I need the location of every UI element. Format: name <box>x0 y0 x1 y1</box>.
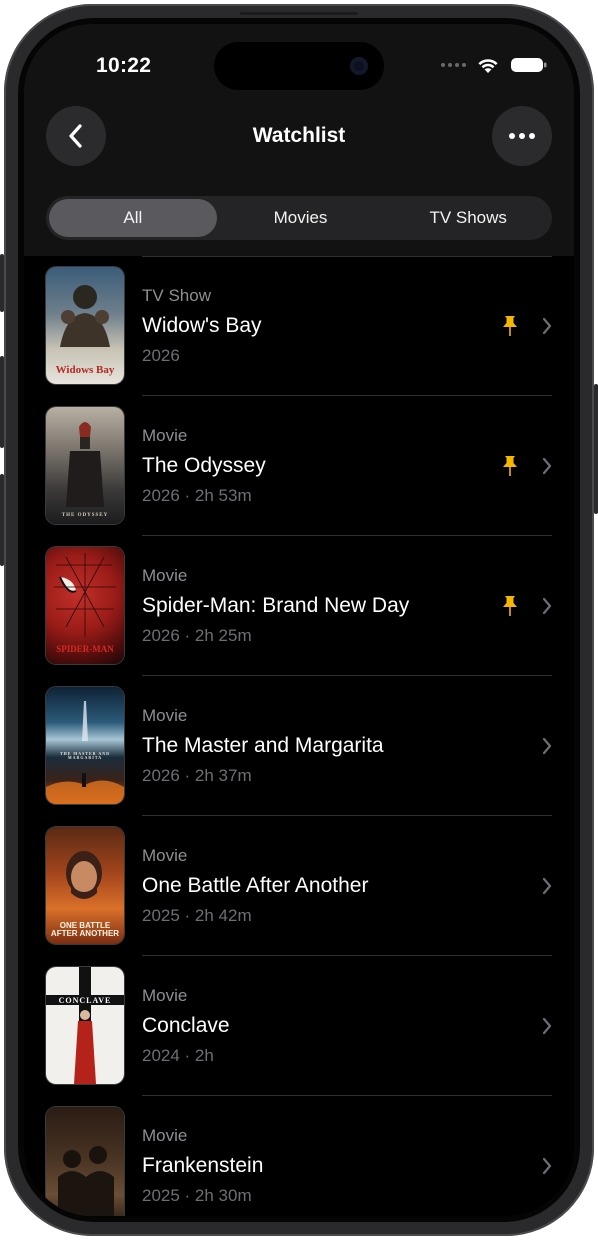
screen: 10:22 Watchlist All Movies TV Shows Wido… <box>24 24 574 1216</box>
item-title: Widow's Bay <box>142 314 262 337</box>
chevron-right-icon <box>542 597 552 615</box>
chevron-right-icon <box>542 457 552 475</box>
wifi-icon <box>478 59 498 73</box>
poster-wordmark: Widows Bay <box>55 364 115 376</box>
pushpin-icon[interactable] <box>500 454 520 478</box>
poster-image: ONE BATTLE AFTER ANOTHER <box>46 827 124 944</box>
item-meta: 2026 · 2h 25m <box>142 626 252 645</box>
item-title: The Odyssey <box>142 454 266 477</box>
list-item[interactable]: SPIDER-MAN Movie Spider-Man: Brand New D… <box>24 536 574 676</box>
item-meta: 2026 · 2h 37m <box>142 766 252 785</box>
side-button-right <box>594 384 598 514</box>
item-title: Spider-Man: Brand New Day <box>142 594 410 617</box>
divider <box>142 256 552 257</box>
item-meta: 2025 · 2h 30m <box>142 1186 252 1205</box>
list-item[interactable]: CONCLAVE Movie Conclave 2024 · 2h <box>24 956 574 1096</box>
poster-wordmark: CONCLAVE <box>58 996 112 1005</box>
item-type: Movie <box>142 986 188 1005</box>
segment-movies[interactable]: Movies <box>217 196 385 240</box>
item-meta: 2024 · 2h <box>142 1046 214 1065</box>
battery-icon <box>511 58 547 72</box>
item-title: One Battle After Another <box>142 874 369 897</box>
poster-image: THE MASTER AND MARGARITA <box>46 687 124 804</box>
chevron-right-icon <box>542 1157 552 1175</box>
list-item[interactable]: Movie Frankenstein 2025 · 2h 30m <box>24 1096 574 1216</box>
poster-wordmark: THE MASTER AND MARGARITA <box>59 751 110 760</box>
list-item[interactable]: THE ODYSSEY Movie The Odyssey 2026 · 2h … <box>24 396 574 536</box>
item-type: Movie <box>142 1126 188 1145</box>
pushpin-icon[interactable] <box>500 594 520 618</box>
item-title: Conclave <box>142 1014 230 1037</box>
segment-all[interactable]: All <box>49 199 217 237</box>
poster-wordmark: THE ODYSSEY <box>61 513 109 518</box>
camera-icon <box>350 57 368 75</box>
item-meta: 2025 · 2h 42m <box>142 906 252 925</box>
item-title: Frankenstein <box>142 1154 264 1177</box>
status-icons <box>441 56 548 74</box>
poster-image <box>46 1107 124 1216</box>
more-options-button[interactable] <box>492 106 552 166</box>
poster-image: Widows Bay <box>46 267 124 384</box>
chevron-right-icon <box>542 1017 552 1035</box>
side-button-left-mid <box>0 356 4 448</box>
watchlist-list: Widows Bay TV Show Widow's Bay 2026 THE … <box>24 256 574 1216</box>
poster-wordmark: ONE BATTLE AFTER ANOTHER <box>50 921 120 938</box>
chevron-right-icon <box>542 877 552 895</box>
list-item[interactable]: Widows Bay TV Show Widow's Bay 2026 <box>24 256 574 396</box>
poster-image: THE ODYSSEY <box>46 407 124 524</box>
side-button-left-top <box>0 254 4 312</box>
item-type: TV Show <box>142 286 211 305</box>
ellipsis-icon <box>509 133 535 139</box>
segment-tv-shows[interactable]: TV Shows <box>384 196 552 240</box>
list-item[interactable]: ONE BATTLE AFTER ANOTHER Movie One Battl… <box>24 816 574 956</box>
poster-image: CONCLAVE <box>46 967 124 1084</box>
status-time: 10:22 <box>96 54 152 77</box>
chevron-right-icon <box>542 317 552 335</box>
item-type: Movie <box>142 846 188 865</box>
item-title: The Master and Margarita <box>142 734 384 757</box>
item-meta: 2026 <box>142 346 180 365</box>
poster-image: SPIDER-MAN <box>46 547 124 664</box>
signal-icon <box>441 63 466 67</box>
item-type: Movie <box>142 426 188 445</box>
item-meta: 2026 · 2h 53m <box>142 486 252 505</box>
list-item[interactable]: THE MASTER AND MARGARITA Movie The Maste… <box>24 676 574 816</box>
chevron-right-icon <box>542 737 552 755</box>
poster-wordmark: SPIDER-MAN <box>56 644 114 654</box>
dynamic-island <box>214 42 384 90</box>
filter-segmented-control: All Movies TV Shows <box>46 196 552 240</box>
item-type: Movie <box>142 706 188 725</box>
pushpin-icon[interactable] <box>500 314 520 338</box>
item-type: Movie <box>142 566 188 585</box>
side-button-left-bottom <box>0 474 4 566</box>
earpiece <box>240 12 358 15</box>
